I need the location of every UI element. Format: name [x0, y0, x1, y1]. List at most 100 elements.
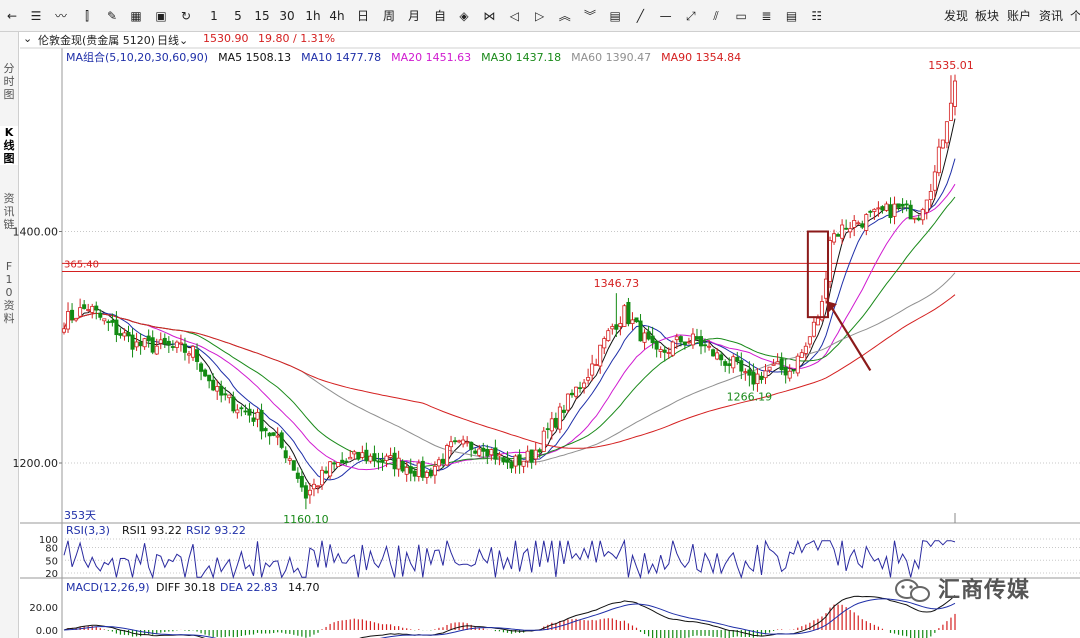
candle-body	[674, 336, 679, 341]
candle-body	[344, 460, 349, 463]
candle-body	[497, 454, 502, 457]
period-9-button[interactable]: 自	[429, 6, 451, 26]
candle-body	[622, 305, 627, 327]
rsi2-value: RSI2 93.22	[186, 524, 246, 537]
candle-body	[888, 204, 893, 218]
y-tick-label: 1200.00	[13, 457, 59, 470]
candle-body	[711, 349, 716, 357]
candle-body	[215, 386, 220, 392]
candle-body	[868, 210, 873, 213]
line-chart-icon[interactable]: 〰	[51, 6, 71, 26]
candle-body	[803, 345, 808, 354]
candle-body	[590, 363, 595, 376]
refresh-icon[interactable]: ↻	[176, 6, 196, 26]
nav-link-clipped[interactable]: 个	[1070, 6, 1080, 26]
candle-body	[186, 353, 191, 356]
grid-icon[interactable]: ▦	[126, 6, 146, 26]
arrow-right-icon[interactable]: ▷	[530, 6, 550, 26]
ray-tool-icon[interactable]: ⤢	[681, 6, 701, 26]
candle-body	[686, 341, 691, 344]
candle-body	[807, 336, 812, 345]
period-3-button[interactable]: 30	[276, 6, 298, 26]
table-icon[interactable]: ▤	[605, 6, 625, 26]
candlestick-icon[interactable]: ⫿	[77, 6, 97, 26]
candle-body	[352, 451, 357, 455]
hline-tool-icon[interactable]: —	[656, 6, 676, 26]
candle-body	[864, 214, 869, 231]
candle-body	[658, 349, 663, 352]
candle-body	[195, 349, 200, 362]
back-icon[interactable]: ←	[2, 6, 22, 26]
candle-body	[203, 369, 208, 377]
list-tool-icon[interactable]: ☷	[807, 6, 827, 26]
candle-body	[771, 363, 776, 366]
candle-body	[392, 452, 397, 470]
candle-body	[884, 203, 889, 211]
candle-body	[102, 318, 107, 322]
candle-body	[299, 475, 304, 488]
candle-body	[549, 418, 554, 432]
candle-body	[852, 220, 857, 228]
chevron-up-icon[interactable]: ︽	[555, 6, 575, 26]
candle-body	[751, 371, 756, 385]
candle-body	[650, 335, 655, 344]
sheet-icon[interactable]: ▤	[782, 6, 802, 26]
nav-link-3[interactable]: 资讯	[1039, 6, 1063, 26]
candle-body	[396, 457, 401, 470]
candle-body	[384, 455, 389, 461]
nav-link-0[interactable]: 发现	[944, 6, 968, 26]
candle-body	[114, 319, 119, 336]
arrow-left-icon[interactable]: ◁	[504, 6, 524, 26]
nav-link-2[interactable]: 账户	[1007, 6, 1031, 26]
candle-body	[638, 320, 643, 342]
candle-body	[618, 323, 623, 327]
fib-tool-icon[interactable]: ≣	[756, 6, 776, 26]
rsi-tick-label: 80	[45, 544, 58, 555]
rect-tool-icon[interactable]: ▭	[731, 6, 751, 26]
period-4-button[interactable]: 1h	[302, 6, 324, 26]
candle-body	[606, 330, 611, 341]
period-2-button[interactable]: 15	[251, 6, 273, 26]
candle-body	[412, 470, 417, 477]
candle-body	[529, 449, 534, 463]
candle-body	[755, 373, 760, 384]
candle-body	[763, 370, 768, 379]
candle-body	[408, 466, 413, 474]
candle-body	[90, 306, 95, 313]
diamond-icon[interactable]: ◈	[454, 6, 474, 26]
candle-body	[320, 469, 325, 486]
candle-body	[134, 341, 139, 348]
period-0-button[interactable]: 1	[203, 6, 225, 26]
candle-body	[432, 465, 437, 476]
period-5-button[interactable]: 4h	[326, 6, 348, 26]
bowtie-icon[interactable]: ⋈	[479, 6, 499, 26]
period-6-button[interactable]: 日	[352, 6, 374, 26]
candle-body	[436, 459, 441, 467]
candle-body	[533, 449, 538, 460]
candle-body	[303, 485, 308, 499]
candle-body	[634, 317, 639, 323]
candle-body	[569, 392, 574, 396]
candle-body	[953, 80, 958, 107]
draw-icon[interactable]: ✎	[102, 6, 122, 26]
line-tool-icon[interactable]: ╱	[630, 6, 650, 26]
candle-body	[626, 301, 631, 325]
list-icon[interactable]: ☰	[26, 6, 46, 26]
period-8-button[interactable]: 月	[403, 6, 425, 26]
candle-body	[799, 352, 804, 358]
period-7-button[interactable]: 周	[378, 6, 400, 26]
candle-body	[110, 320, 115, 323]
candle-body	[578, 387, 583, 390]
nav-link-1[interactable]: 板块	[975, 6, 999, 26]
kline-chart[interactable]: 1400.00 1200.00 365.40 1535.01 1346.73 1266.1…	[0, 32, 1080, 638]
chevron-down-icon[interactable]: ︾	[580, 6, 600, 26]
candle-body	[545, 428, 550, 431]
parallel-tool-icon[interactable]: ⫽	[706, 6, 726, 26]
save-icon[interactable]: ▣	[151, 6, 171, 26]
candle-body	[440, 458, 445, 464]
candle-body	[880, 206, 885, 211]
candle-body	[944, 121, 949, 144]
candle-body	[182, 343, 187, 353]
period-1-button[interactable]: 5	[227, 6, 249, 26]
candle-body	[932, 171, 937, 191]
